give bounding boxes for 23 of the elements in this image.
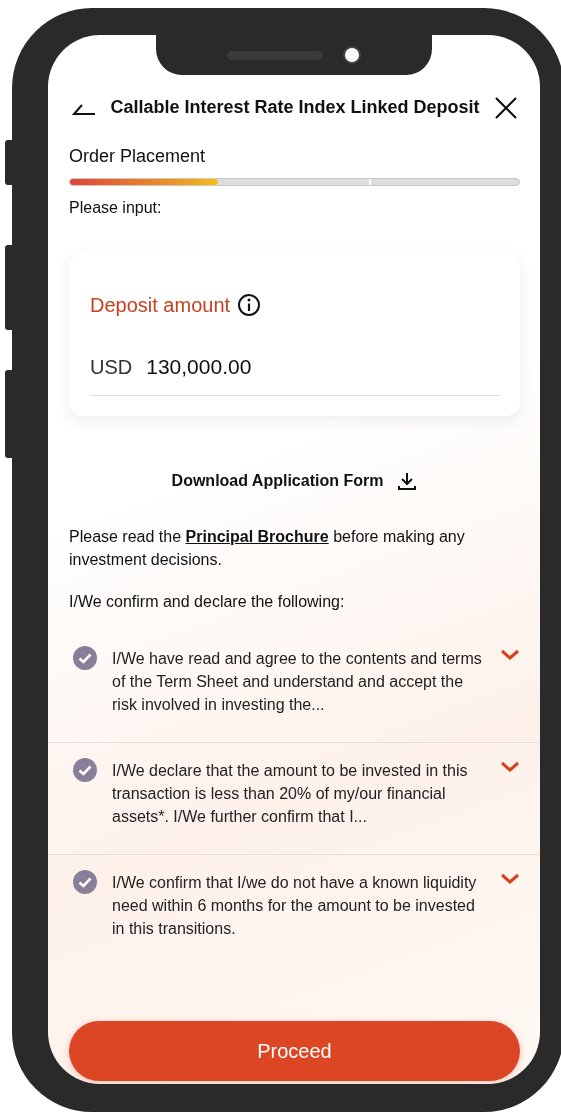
- checkbox[interactable]: [72, 645, 98, 671]
- notice-text: Please read the Principal Brochure before making any investment decisions.: [69, 527, 466, 570]
- deposit-label: Deposit amount: [90, 293, 231, 317]
- checkbox[interactable]: [72, 869, 98, 895]
- screen-title: Callable Interest Rate Index Linked Deposit: [109, 96, 481, 119]
- chevron-icon[interactable]: [500, 761, 520, 773]
- declaration-text: I/We confirm that I/we do not have a known liquidity need within 6 months for the amount to be invested in this transitions.: [112, 873, 478, 939]
- chevron-icon[interactable]: [500, 873, 520, 885]
- amount-field[interactable]: USD 130,000.00: [90, 355, 500, 396]
- info-icon[interactable]: [237, 293, 262, 317]
- prompt-text: Please input:: [69, 199, 163, 217]
- proceed-button[interactable]: Proceed: [69, 1021, 520, 1081]
- chevron-icon[interactable]: [500, 649, 520, 661]
- declaration-text: I/We declare that the amount to be invested in this transaction is less than 20% of my/our financial assets*. I/We further confirm that I...: [112, 761, 469, 827]
- declaration-text: I/We have read and agree to the contents and terms of the Term Sheet and understand and accept the risk involved in investing the...: [112, 649, 483, 715]
- close-icon[interactable]: [494, 95, 518, 120]
- download-icon: [397, 471, 418, 491]
- back-icon[interactable]: [72, 102, 96, 117]
- checkbox[interactable]: [72, 757, 98, 783]
- step-label: Order Placement: [69, 146, 207, 167]
- brochure-link[interactable]: Principal Brochure: [185, 528, 329, 545]
- declaration-intro: I/We confirm and declare the following:: [69, 593, 346, 611]
- download-link[interactable]: Download Application Form: [171, 471, 418, 491]
